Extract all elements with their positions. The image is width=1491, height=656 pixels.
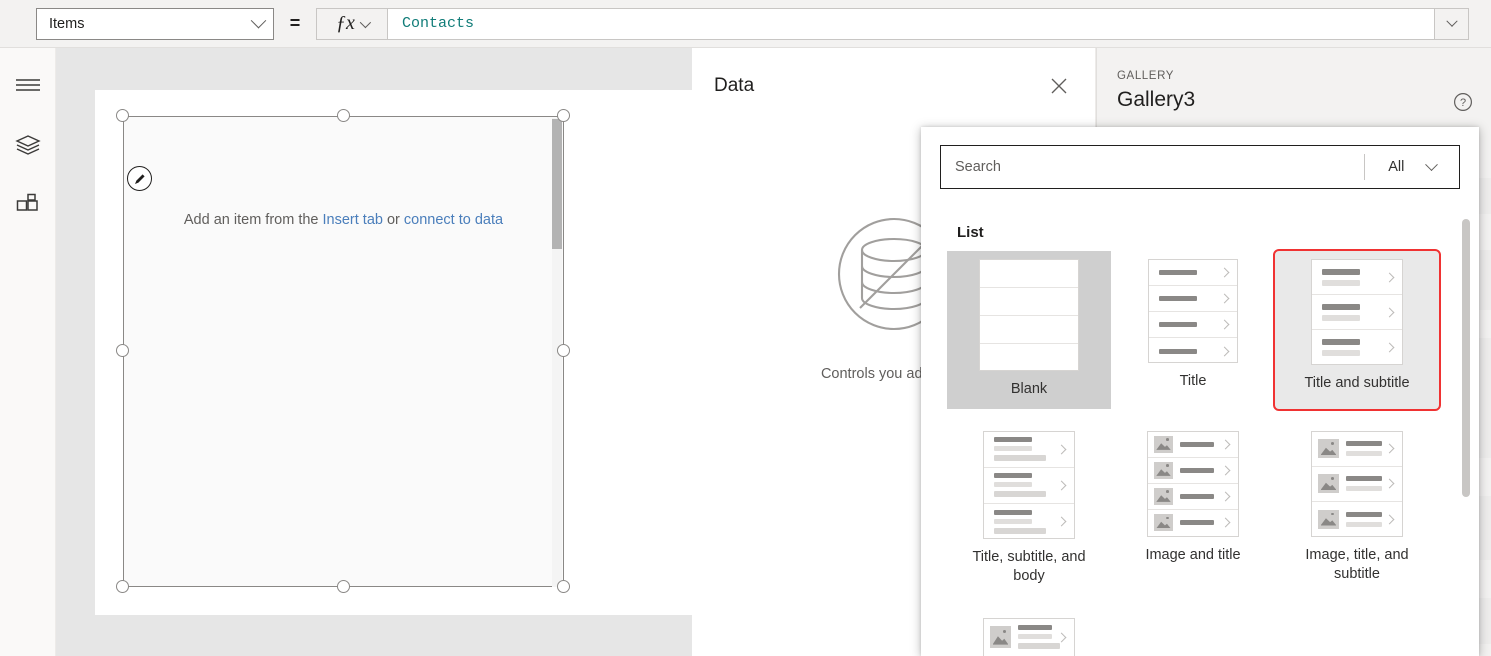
- close-data-panel-button[interactable]: [1045, 72, 1073, 100]
- search-box[interactable]: All: [940, 145, 1460, 189]
- resize-handle-top-center[interactable]: [337, 109, 350, 122]
- layout-tile-blank[interactable]: Blank: [947, 251, 1111, 409]
- power-apps-studio: Items = ƒx Contacts Add an item from the…: [0, 0, 1491, 656]
- filter-dropdown-value: All: [1388, 159, 1405, 175]
- layout-list-body: List Blank Title Title and subtitle Titl…: [921, 208, 1479, 656]
- flyout-search-row: All: [921, 127, 1479, 189]
- layout-thumb-title-and-subtitle: [1311, 259, 1403, 365]
- layout-thumb-image-and-title: [1147, 430, 1239, 537]
- layout-tile-image-title-subtitle[interactable]: Image, title, and subtitle: [1275, 423, 1439, 596]
- resize-handle-top-right[interactable]: [557, 109, 570, 122]
- formula-bar: Items = ƒx Contacts: [0, 0, 1491, 48]
- equals-sign: =: [289, 13, 301, 33]
- formula-expand-button[interactable]: [1435, 7, 1469, 40]
- layout-tile-title[interactable]: Title: [1111, 251, 1275, 409]
- layers-icon: [15, 135, 41, 155]
- layout-thumb-title-subtitle-body: [983, 430, 1075, 539]
- gallery-scrollbar-thumb[interactable]: [552, 119, 562, 249]
- layout-tile-title-subtitle-body[interactable]: Title, subtitle, and body: [947, 423, 1111, 596]
- layout-thumb-image-title-subtitle: [1311, 430, 1403, 537]
- resize-handle-bottom-right[interactable]: [557, 580, 570, 593]
- data-panel-header: Data: [692, 48, 1095, 100]
- layout-tile-image-title-subtitle-body[interactable]: [947, 610, 1111, 656]
- connect-to-data-link[interactable]: connect to data: [404, 212, 503, 228]
- property-select[interactable]: Items: [36, 7, 274, 40]
- fx-icon: ƒx: [336, 12, 355, 34]
- layout-tile-label: Image, title, and subtitle: [1305, 546, 1409, 583]
- edit-gallery-button[interactable]: [127, 166, 152, 191]
- filter-dropdown[interactable]: All: [1365, 146, 1459, 188]
- layout-thumb-blank: [979, 259, 1079, 371]
- resize-handle-top-left[interactable]: [116, 109, 129, 122]
- search-input[interactable]: [941, 159, 1364, 175]
- fx-button[interactable]: ƒx: [316, 7, 388, 40]
- gallery-empty-message: Add an item from the Insert tab or conne…: [124, 212, 563, 228]
- layout-tile-label: Blank: [1010, 381, 1048, 397]
- sidebar-item-insert[interactable]: [0, 182, 56, 228]
- canvas-screen[interactable]: Add an item from the Insert tab or conne…: [95, 90, 692, 615]
- sidebar-item-tree-view[interactable]: [0, 122, 56, 168]
- flyout-scrollbar-thumb[interactable]: [1462, 219, 1470, 497]
- chevron-down-icon: [1445, 15, 1458, 27]
- gallery-empty-middle: or: [382, 212, 404, 228]
- layout-thumb-image-title-subtitle-body: [983, 617, 1075, 656]
- properties-panel-header: GALLERY Gallery3 ?: [1097, 48, 1491, 112]
- insert-grid-icon: [16, 193, 38, 211]
- property-select-value: Items: [49, 15, 85, 32]
- workspace: Add an item from the Insert tab or conne…: [56, 48, 692, 656]
- svg-text:?: ?: [1460, 97, 1466, 109]
- resize-handle-bottom-left[interactable]: [116, 580, 129, 593]
- hamburger-menu-icon: [16, 79, 40, 91]
- data-panel-title: Data: [714, 75, 755, 96]
- properties-panel-kicker: GALLERY: [1117, 70, 1175, 82]
- gallery-control[interactable]: Add an item from the Insert tab or conne…: [123, 116, 564, 587]
- gallery-empty-prefix: Add an item from the: [183, 212, 323, 228]
- properties-panel-control-name: Gallery3: [1117, 88, 1196, 111]
- layout-tile-label: Image and title: [1145, 546, 1241, 563]
- chevron-down-icon: [359, 16, 372, 28]
- formula-input[interactable]: Contacts: [388, 7, 1435, 40]
- layout-tiles: Blank Title Title and subtitle Title, su…: [921, 249, 1479, 656]
- pencil-icon: [134, 173, 145, 184]
- layout-tile-image-and-title[interactable]: Image and title: [1111, 423, 1275, 596]
- insert-tab-link[interactable]: Insert tab: [323, 212, 383, 228]
- sidebar-item-hamburger-menu[interactable]: [0, 62, 56, 108]
- chevron-down-icon: [1424, 157, 1438, 171]
- chevron-down-icon: [250, 12, 267, 29]
- resize-handle-middle-right[interactable]: [557, 344, 570, 357]
- layout-tile-label: Title, subtitle, and body: [972, 548, 1086, 585]
- help-circle-icon: ?: [1454, 93, 1472, 111]
- help-button[interactable]: ?: [1453, 92, 1473, 115]
- close-icon: [1051, 78, 1067, 94]
- layout-section-title: List: [957, 224, 984, 241]
- left-rail: [0, 48, 56, 656]
- layout-tile-label: Title and subtitle: [1304, 375, 1410, 391]
- layout-picker-flyout: All List Blank: [921, 127, 1479, 656]
- layout-tile-label: Title: [1179, 373, 1207, 389]
- resize-handle-bottom-center[interactable]: [337, 580, 350, 593]
- layout-tile-title-and-subtitle[interactable]: Title and subtitle: [1273, 249, 1441, 411]
- resize-handle-middle-left[interactable]: [116, 344, 129, 357]
- layout-thumb-title: [1148, 259, 1238, 363]
